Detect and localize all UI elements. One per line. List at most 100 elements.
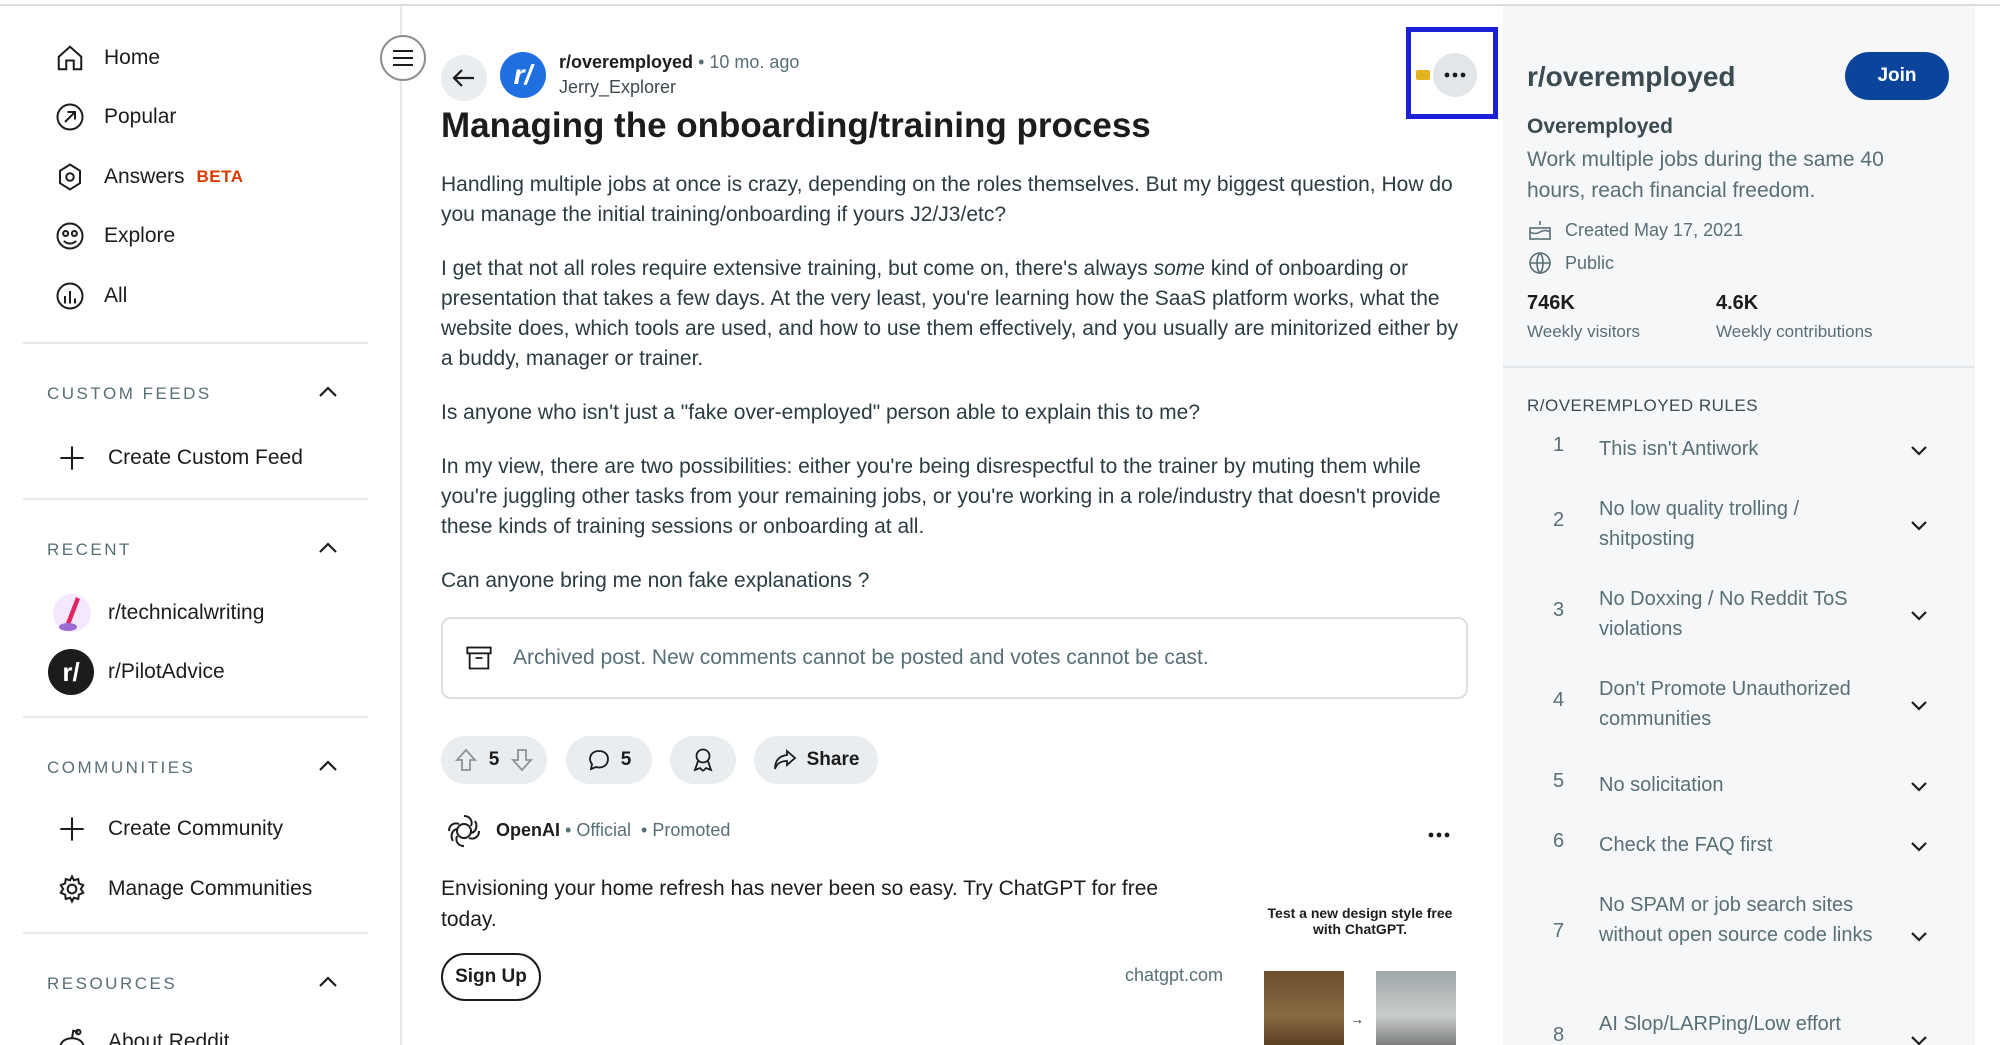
chevron-down-icon[interactable] (1907, 603, 1931, 627)
technicalwriting-avatar (52, 593, 92, 633)
rule-number: 4 (1553, 689, 1565, 711)
chevron-down-icon[interactable] (1907, 1028, 1931, 1045)
rule-number: 7 (1553, 920, 1565, 942)
award-icon (691, 747, 715, 773)
promo-brand[interactable]: OpenAI (496, 820, 560, 840)
chevron-up-icon[interactable] (316, 754, 340, 778)
promo-text: Envisioning your home refresh has never … (441, 877, 1159, 931)
all-icon (52, 278, 88, 314)
community-sidebar: r/overemployed Join Overemployed Work mu… (1503, 6, 1975, 1045)
promo-image-caption: Test a new design style free with ChatGP… (1267, 905, 1453, 937)
home-icon (52, 40, 88, 76)
rule-text: This isn't Antiwork (1599, 438, 1759, 460)
plus-icon (52, 438, 92, 478)
plus-icon (52, 809, 92, 849)
join-button[interactable]: Join (1845, 52, 1949, 100)
create-community[interactable]: Create Community (52, 805, 283, 853)
comments-button[interactable]: 5 (566, 736, 652, 784)
archived-text: Archived post. New comments cannot be po… (513, 646, 1209, 669)
visibility-text: Public (1565, 252, 1615, 273)
stat-visitors-value: 746K (1527, 292, 1575, 314)
about-reddit-label: About Reddit (108, 1030, 230, 1045)
award-button[interactable] (670, 736, 736, 784)
reddit-alien-icon (52, 1022, 92, 1045)
post-paragraph: Handling multiple jobs at once is crazy,… (441, 173, 1453, 226)
share-label: Share (806, 749, 860, 770)
rule-text: No SPAM or job search sites without open… (1599, 894, 1873, 946)
nav-popular[interactable]: Popular (52, 97, 176, 137)
rule-number: 3 (1553, 599, 1565, 621)
subreddit-link[interactable]: r/overemployed (559, 52, 693, 72)
created-date: Created May 17, 2021 (1565, 219, 1744, 240)
subreddit-avatar[interactable]: r/ (500, 52, 546, 98)
upvote-icon[interactable] (454, 748, 477, 772)
community-description: Work multiple jobs during the same 40 ho… (1527, 148, 1884, 202)
rule-text: AI Slop/LARPing/Low effort posts (1599, 1013, 1841, 1045)
popular-icon (52, 99, 88, 135)
nav-home-label: Home (104, 46, 161, 69)
promo-official: • Official (565, 820, 632, 840)
chevron-down-icon[interactable] (1907, 774, 1931, 798)
rule-number: 2 (1553, 509, 1565, 531)
recent-item-label: r/PilotAdvice (108, 660, 225, 683)
chevron-down-icon[interactable] (1907, 513, 1931, 537)
archived-notice: Archived post. New comments cannot be po… (441, 617, 1468, 699)
created-row: Created May 17, 2021 (1527, 217, 1743, 243)
post-author[interactable]: Jerry_Explorer (559, 77, 676, 98)
rule-number: 1 (1553, 434, 1565, 456)
more-options-button[interactable] (1433, 53, 1477, 97)
sidebar-divider (1503, 366, 1975, 368)
pilotadvice-avatar: r/ (48, 649, 94, 695)
rule-text: Check the FAQ first (1599, 834, 1773, 856)
nav-home[interactable]: Home (52, 38, 160, 78)
communities-heading: COMMUNITIES (47, 758, 196, 777)
downvote-icon[interactable] (511, 748, 534, 772)
about-reddit[interactable]: About Reddit (52, 1018, 229, 1045)
visibility-row: Public (1527, 250, 1614, 276)
post-title: Managing the onboarding/training process (441, 106, 1151, 145)
rule-text: Don't Promote Unauthorized communities (1599, 678, 1851, 730)
rules-heading: R/OVEREMPLOYED RULES (1527, 396, 1759, 415)
explore-icon (52, 218, 88, 254)
recent-item-pilotadvice[interactable]: r/ r/PilotAdvice (48, 648, 225, 696)
chevron-up-icon[interactable] (316, 970, 340, 994)
promo-meta: OpenAI • Official • Promoted (496, 820, 730, 841)
nav-explore[interactable]: Explore (52, 216, 175, 256)
chevron-up-icon[interactable] (316, 536, 340, 560)
rule-number: 8 (1553, 1024, 1565, 1045)
nav-all-label: All (104, 284, 128, 307)
globe-icon (1527, 250, 1553, 276)
chevron-down-icon[interactable] (1907, 438, 1931, 462)
chevron-up-icon[interactable] (316, 380, 340, 404)
chevron-down-icon[interactable] (1907, 924, 1931, 948)
answers-icon (52, 159, 88, 195)
recent-item-technicalwriting[interactable]: r/technicalwriting (52, 589, 264, 637)
room-after-image (1376, 971, 1456, 1045)
collapse-sidebar-button[interactable] (380, 35, 426, 81)
promo-image[interactable]: Test a new design style free with ChatGP… (1260, 893, 1460, 1045)
stat-contributions-label: Weekly contributions (1716, 322, 1873, 341)
back-button[interactable] (441, 55, 487, 101)
nav-answers[interactable]: Answers BETA (52, 157, 244, 197)
promo-more-options[interactable] (1428, 818, 1450, 844)
nav-all[interactable]: All (52, 276, 127, 316)
manage-communities[interactable]: Manage Communities (52, 865, 312, 913)
share-button[interactable]: Share (754, 736, 878, 784)
openai-logo-icon[interactable] (445, 812, 483, 850)
community-name[interactable]: r/overemployed (1527, 61, 1736, 93)
stat-visitors-label: Weekly visitors (1527, 322, 1641, 341)
create-custom-feed[interactable]: Create Custom Feed (52, 434, 303, 482)
nav-popular-label: Popular (104, 105, 177, 128)
sidebar-divider (23, 932, 368, 934)
post-paragraph: Can anyone bring me non fake explanation… (441, 569, 870, 592)
chevron-down-icon[interactable] (1907, 693, 1931, 717)
promo-domain[interactable]: chatgpt.com (1125, 965, 1223, 986)
share-icon (773, 749, 797, 771)
chevron-down-icon[interactable] (1907, 834, 1931, 858)
left-sidebar: Home Popular Answers BETA Explore All CU… (0, 6, 402, 1045)
create-community-label: Create Community (108, 817, 284, 840)
sign-up-button[interactable]: Sign Up (441, 953, 541, 1001)
post-paragraph: In my view, there are two possibilities:… (441, 455, 1441, 538)
manage-communities-label: Manage Communities (108, 877, 313, 900)
vote-bar: 5 (441, 736, 547, 784)
